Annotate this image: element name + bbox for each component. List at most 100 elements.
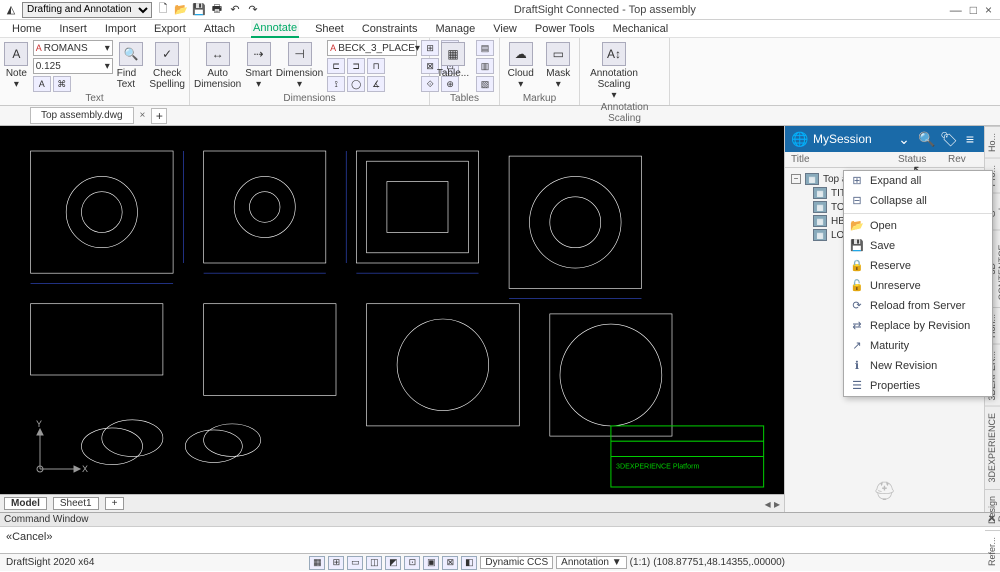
ctx-reload[interactable]: ⟳Reload from Server xyxy=(844,296,992,316)
ctx-maturity[interactable]: ↗Maturity xyxy=(844,336,992,356)
unlock-icon: 🔓 xyxy=(850,279,864,293)
table-button[interactable]: ▦ Table... xyxy=(434,40,472,79)
text-tool-icon[interactable]: A xyxy=(33,76,51,92)
ctx-unreserve[interactable]: 🔓Unreserve xyxy=(844,276,992,296)
dimstyle-dropdown[interactable]: ABECK_3_PLACE▾ xyxy=(327,40,417,56)
collapse-icon: ⊟ xyxy=(850,194,864,208)
tbl-tool2-icon[interactable]: ▥ xyxy=(476,58,494,74)
smart-button[interactable]: ⇢ Smart▾ xyxy=(245,40,272,90)
autodim-icon: ↔ xyxy=(206,42,230,66)
tab-annotate[interactable]: Annotate xyxy=(251,20,299,38)
tab-export[interactable]: Export xyxy=(152,21,188,37)
ctx-properties[interactable]: ☰Properties xyxy=(844,376,992,396)
tbl-tool1-icon[interactable]: ▤ xyxy=(476,40,494,56)
dim-tool2-icon[interactable]: ⊐ xyxy=(347,58,365,74)
tab-mechanical[interactable]: Mechanical xyxy=(611,21,671,37)
save-icon: 💾 xyxy=(850,239,864,253)
drawing-icon: ▦ xyxy=(813,229,827,241)
command-input[interactable]: «Cancel» xyxy=(0,527,1000,553)
ctx-replace[interactable]: ⇄Replace by Revision xyxy=(844,316,992,336)
group-dimensions-label: Dimensions xyxy=(194,92,425,105)
ctx-newrevision[interactable]: ℹNew Revision xyxy=(844,356,992,376)
replace-icon: ⇄ xyxy=(850,319,864,333)
ucs-indicator: X Y xyxy=(30,419,90,482)
panel-title: MySession xyxy=(813,132,890,146)
group-markup-label: Markup xyxy=(504,92,575,105)
cloud-button[interactable]: ☁ Cloud▾ xyxy=(504,40,538,90)
collapse-icon[interactable]: − xyxy=(791,174,801,184)
save-icon[interactable]: 💾 xyxy=(192,3,206,17)
properties-icon: ☰ xyxy=(850,379,864,393)
open-icon[interactable]: 📂 xyxy=(174,3,188,17)
ctx-collapse-all[interactable]: ⊟Collapse all xyxy=(844,191,992,211)
search-icon: 🔍 xyxy=(119,42,143,66)
autodimension-button[interactable]: ↔ Auto Dimension xyxy=(194,40,241,90)
annoscale-icon: A↕ xyxy=(602,42,626,66)
reload-icon: ⟳ xyxy=(850,299,864,313)
smartdim-icon: ⇢ xyxy=(247,42,271,66)
ribbon-tabs: Home Insert Import Export Attach Annotat… xyxy=(0,20,1000,38)
tag-icon[interactable]: 🏷 xyxy=(940,131,956,148)
drawing-canvas[interactable]: 3DEXPERIENCE Platform X Y Model Sheet1 +… xyxy=(0,126,784,512)
open-icon: 📂 xyxy=(850,219,864,233)
lock-icon: 🔒 xyxy=(850,259,864,273)
tab-insert[interactable]: Insert xyxy=(57,21,89,37)
status-bar: DraftSight 2020 x64 ▦ ⊞ ▭ ◫ ◩ ⊡ ▣ ⊠ ◧ Dy… xyxy=(0,553,1000,571)
findtext-button[interactable]: 🔍 Find Text xyxy=(117,40,146,90)
sidetab[interactable]: 3DEXPERIENCE xyxy=(985,406,1000,489)
sidetab[interactable]: Refer... xyxy=(985,530,1000,572)
text-height-dropdown[interactable]: 0.125▾ xyxy=(33,58,113,74)
ctx-save[interactable]: 💾Save xyxy=(844,236,992,256)
dim-tool1-icon[interactable]: ⊏ xyxy=(327,58,345,74)
tab-home[interactable]: Home xyxy=(10,21,43,37)
ctx-open[interactable]: 📂Open xyxy=(844,216,992,236)
new-icon[interactable]: 🗋 xyxy=(156,3,170,17)
tab-close-button[interactable]: × xyxy=(138,110,148,121)
tab-view[interactable]: View xyxy=(491,21,519,37)
print-icon[interactable]: 🖶 xyxy=(210,3,224,17)
cmdwin-title: Command Window xyxy=(4,514,88,525)
workspace-dropdown[interactable]: Drafting and Annotation xyxy=(22,2,152,18)
tab-sheet[interactable]: Sheet xyxy=(313,21,346,37)
redo-icon[interactable]: ↷ xyxy=(246,3,260,17)
title-block-text: 3DEXPERIENCE Platform xyxy=(616,463,699,471)
annotation-scaling-button[interactable]: A↕ Annotation Scaling▾ xyxy=(584,40,644,101)
sidetab[interactable]: Ho... xyxy=(985,126,1000,158)
tab-manage[interactable]: Manage xyxy=(433,21,477,37)
dim-tool4-icon[interactable]: ⟟ xyxy=(327,76,345,92)
text-tool2-icon[interactable]: ⌘ xyxy=(53,76,71,92)
ctx-reserve[interactable]: 🔒Reserve xyxy=(844,256,992,276)
sidetab[interactable]: Design Res... xyxy=(985,489,1000,530)
document-tabs: Top assembly.dwg × + xyxy=(0,106,1000,126)
note-button[interactable]: A Note▾ xyxy=(4,40,29,90)
mask-button[interactable]: ▭ Mask▾ xyxy=(542,40,576,90)
ctx-expand-all[interactable]: ⊞Expand all xyxy=(844,171,992,191)
tab-constraints[interactable]: Constraints xyxy=(360,21,420,37)
dim-tool5-icon[interactable]: ◯ xyxy=(347,76,365,92)
search-icon[interactable]: 🔍 xyxy=(918,131,934,148)
tab-sheet1[interactable]: Sheet1 xyxy=(53,497,99,510)
command-window: Command Window✕ «Cancel» xyxy=(0,512,1000,553)
tab-powertools[interactable]: Power Tools xyxy=(533,21,597,37)
text-style-dropdown[interactable]: AROMANS▾ xyxy=(33,40,113,56)
tbl-tool3-icon[interactable]: ▧ xyxy=(476,76,494,92)
group-annoscale-label: Annotation Scaling xyxy=(584,101,665,125)
tab-import[interactable]: Import xyxy=(103,21,138,37)
undo-icon[interactable]: ↶ xyxy=(228,3,242,17)
checkspelling-button[interactable]: ✓ Check Spelling xyxy=(149,40,185,90)
tab-model[interactable]: Model xyxy=(4,497,47,510)
tab-add-button[interactable]: + xyxy=(151,108,167,124)
chevron-down-icon[interactable]: ⌄ xyxy=(896,131,912,148)
dim-tool3-icon[interactable]: ⊓ xyxy=(367,58,385,74)
context-menu: ⊞Expand all ⊟Collapse all 📂Open 💾Save 🔒R… xyxy=(843,170,993,397)
dimension-button[interactable]: ⊣ Dimension▾ xyxy=(276,40,323,90)
document-tab[interactable]: Top assembly.dwg xyxy=(30,107,134,124)
dimension-icon: ⊣ xyxy=(288,42,312,66)
maximize-button[interactable]: □ xyxy=(970,3,977,17)
tab-add-sheet[interactable]: + xyxy=(105,497,125,510)
tab-attach[interactable]: Attach xyxy=(202,21,237,37)
close-button[interactable]: × xyxy=(985,3,992,17)
menu-icon[interactable]: ≡ xyxy=(962,131,978,147)
minimize-button[interactable]: — xyxy=(950,3,962,17)
dim-tool6-icon[interactable]: ∡ xyxy=(367,76,385,92)
